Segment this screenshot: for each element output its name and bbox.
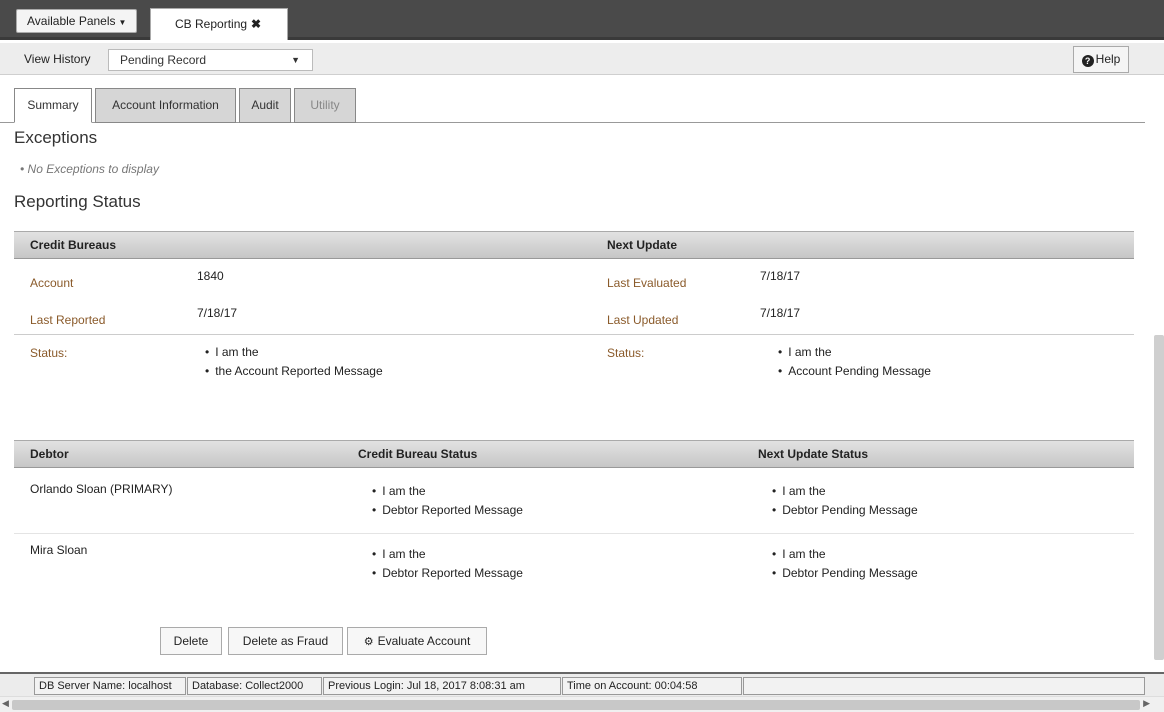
debtor-cb-status: I am the Debtor Reported Message bbox=[372, 545, 523, 583]
last-evaluated-label: Last Evaluated bbox=[607, 276, 687, 290]
tab-utility[interactable]: Utility bbox=[294, 88, 356, 123]
panel-tab-label: CB Reporting bbox=[175, 17, 248, 31]
nu-status-label: Status: bbox=[607, 346, 645, 360]
vertical-scrollbar[interactable] bbox=[1154, 335, 1164, 660]
caret-down-icon: ▼ bbox=[291, 55, 300, 65]
cb-status-header: Credit Bureau Status bbox=[358, 447, 478, 461]
nu-status-header: Next Update Status bbox=[758, 447, 869, 461]
debtor-name: Mira Sloan bbox=[30, 543, 88, 557]
debtor-name: Orlando Sloan (PRIMARY) bbox=[30, 482, 173, 496]
history-selected-value: Pending Record bbox=[120, 53, 207, 67]
next-update-header: Next Update bbox=[607, 238, 678, 252]
nu-status-list: I am the Account Pending Message bbox=[778, 343, 931, 381]
panel-bar: Available Panels ▼ CB Reporting ✖ bbox=[0, 0, 1164, 40]
reporting-status-title: Reporting Status bbox=[14, 192, 141, 211]
last-updated-label: Last Updated bbox=[607, 313, 679, 327]
debtor-header: Debtor bbox=[30, 447, 69, 461]
available-panels-button[interactable]: Available Panels ▼ bbox=[16, 9, 138, 33]
available-panels-label: Available Panels bbox=[27, 14, 116, 28]
status-empty-cell bbox=[743, 677, 1145, 695]
list-item: I am the bbox=[372, 545, 523, 564]
cb-status-list: I am the the Account Reported Message bbox=[205, 343, 383, 381]
exceptions-title: Exceptions bbox=[14, 128, 98, 147]
help-button[interactable]: ? Help bbox=[1073, 46, 1129, 73]
debtor-nu-status: I am the Debtor Pending Message bbox=[772, 545, 918, 583]
caret-down-icon: ▼ bbox=[118, 18, 127, 27]
account-label: Account bbox=[30, 276, 74, 290]
view-history-label: View History bbox=[24, 52, 91, 66]
tab-audit[interactable]: Audit bbox=[239, 88, 291, 123]
debtor-nu-status: I am the Debtor Pending Message bbox=[772, 482, 918, 520]
debtor-grid-header: Debtor Credit Bureau Status Next Update … bbox=[14, 440, 1134, 468]
list-item: I am the bbox=[772, 545, 918, 564]
divider bbox=[14, 533, 1134, 534]
no-exceptions-message: • No Exceptions to display bbox=[20, 162, 159, 176]
last-evaluated-value: 7/18/17 bbox=[760, 269, 801, 283]
tab-strip: Summary Account Information Audit Utilit… bbox=[0, 87, 1145, 123]
list-item: Debtor Reported Message bbox=[372, 501, 523, 520]
account-value: 1840 bbox=[197, 269, 224, 283]
status-server: DB Server Name: localhost bbox=[34, 677, 186, 695]
debtor-cb-status: I am the Debtor Reported Message bbox=[372, 482, 523, 520]
divider bbox=[14, 334, 1134, 335]
panel-tab-cb-reporting[interactable]: CB Reporting ✖ bbox=[150, 8, 288, 40]
cb-status-label: Status: bbox=[30, 346, 68, 360]
last-updated-value: 7/18/17 bbox=[760, 306, 801, 320]
last-reported-value: 7/18/17 bbox=[197, 306, 238, 320]
list-item: I am the bbox=[778, 343, 931, 362]
scroll-left-icon[interactable]: ◀ bbox=[2, 698, 9, 709]
history-bar: View History Pending Record ▼ ? Help bbox=[0, 43, 1164, 75]
evaluate-account-button[interactable]: ⚙ Evaluate Account bbox=[347, 627, 487, 655]
last-reported-label: Last Reported bbox=[30, 313, 106, 327]
list-item: Debtor Pending Message bbox=[772, 564, 917, 583]
status-database: Database: Collect2000 bbox=[187, 677, 322, 695]
evaluate-account-label: Evaluate Account bbox=[377, 634, 471, 648]
close-icon[interactable]: ✖ bbox=[251, 17, 261, 31]
horizontal-scrollbar[interactable]: ◀ ▶ bbox=[0, 696, 1164, 712]
list-item: I am the bbox=[205, 343, 383, 362]
status-previous-login: Previous Login: Jul 18, 2017 8:08:31 am bbox=[323, 677, 561, 695]
gears-icon: ⚙ bbox=[363, 636, 374, 648]
list-item: I am the bbox=[372, 482, 523, 501]
tab-summary[interactable]: Summary bbox=[14, 88, 92, 123]
question-icon: ? bbox=[1081, 55, 1094, 67]
reporting-grid-header: Credit Bureaus Next Update bbox=[14, 231, 1134, 259]
scroll-thumb[interactable] bbox=[12, 700, 1140, 710]
tab-account-information[interactable]: Account Information bbox=[95, 88, 236, 123]
status-time-on-account: Time on Account: 00:04:58 bbox=[562, 677, 742, 695]
scroll-right-icon[interactable]: ▶ bbox=[1143, 698, 1150, 709]
list-item: Debtor Pending Message bbox=[772, 501, 917, 520]
status-bar: DB Server Name: localhost Database: Coll… bbox=[0, 672, 1164, 696]
help-label: Help bbox=[1095, 52, 1121, 66]
delete-button[interactable]: Delete bbox=[160, 627, 222, 655]
no-exceptions-text: No Exceptions to display bbox=[27, 162, 159, 176]
list-item: I am the bbox=[772, 482, 918, 501]
list-item: Debtor Reported Message bbox=[372, 564, 523, 583]
credit-bureaus-header: Credit Bureaus bbox=[30, 238, 117, 252]
delete-as-fraud-button[interactable]: Delete as Fraud bbox=[228, 627, 343, 655]
list-item: the Account Reported Message bbox=[205, 362, 382, 381]
list-item: Account Pending Message bbox=[778, 362, 931, 381]
history-select[interactable]: Pending Record ▼ bbox=[108, 49, 313, 71]
